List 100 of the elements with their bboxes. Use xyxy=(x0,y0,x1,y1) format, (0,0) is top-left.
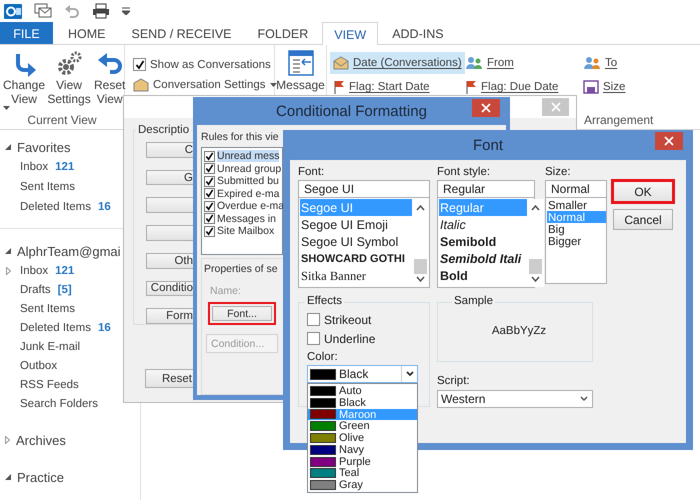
ribbon-button[interactable]: Message xyxy=(276,50,324,92)
ribbon-button[interactable]: View Settings xyxy=(47,50,91,106)
dialog-button[interactable]: C xyxy=(146,142,194,158)
color-option[interactable]: Auto xyxy=(308,385,417,397)
color-option[interactable]: Gray xyxy=(308,479,417,492)
rule-item[interactable]: Site Mailbox xyxy=(204,225,282,238)
list-item[interactable]: Italic xyxy=(439,216,528,233)
checkbox[interactable] xyxy=(307,332,320,345)
ribbon-tab[interactable]: ADD-INS xyxy=(380,22,456,44)
input-field[interactable]: Normal xyxy=(545,180,607,198)
color-option[interactable]: Teal xyxy=(308,468,417,480)
expand-arrow-icon[interactable] xyxy=(5,144,11,150)
list-item[interactable]: SHOWCARD GOTHI xyxy=(300,250,412,267)
dialog-button[interactable]: Conditio xyxy=(146,280,194,296)
script-dropdown[interactable]: Western xyxy=(437,390,593,408)
input-field[interactable]: Segoe UI xyxy=(298,180,430,198)
folder-item[interactable]: Drafts [5] xyxy=(0,280,74,299)
folder-item[interactable]: Inbox 121 xyxy=(0,261,76,280)
color-option[interactable]: Green xyxy=(308,420,417,432)
checkbox[interactable] xyxy=(204,226,215,237)
send-receive-icon[interactable] xyxy=(34,3,52,19)
people-icon xyxy=(583,56,601,70)
section-header[interactable]: AlphrTeam@gmai xyxy=(17,244,121,258)
dialog-button[interactable]: G xyxy=(146,170,194,186)
list-item[interactable]: Bold xyxy=(439,267,528,284)
checkbox[interactable] xyxy=(204,176,215,187)
checkbox[interactable] xyxy=(204,150,215,162)
list-item[interactable]: Bigger xyxy=(547,235,606,247)
folder-item[interactable]: Outbox xyxy=(0,356,60,375)
ribbon-tab[interactable]: FOLDER xyxy=(246,22,320,44)
ribbon-button[interactable]: Reset View xyxy=(93,50,126,106)
list-item[interactable]: Smaller xyxy=(547,199,606,211)
font-button[interactable]: Font... xyxy=(208,302,276,325)
field-label: Script: xyxy=(437,375,471,389)
close-icon xyxy=(481,103,491,113)
close-button[interactable] xyxy=(655,132,683,150)
folder-item[interactable]: RSS Feeds xyxy=(0,375,81,394)
dialog-button[interactable] xyxy=(146,197,194,214)
group-label: Sample xyxy=(452,295,495,307)
box-icon xyxy=(583,80,599,94)
cancel-button[interactable]: Cancel xyxy=(613,209,673,230)
dialog-button[interactable]: Oth xyxy=(146,252,194,269)
arrangement-option[interactable]: Size xyxy=(580,76,628,98)
arrangement-option[interactable]: From xyxy=(462,52,517,74)
ok-button[interactable]: OK xyxy=(611,179,675,204)
ribbon-button[interactable]: Change View xyxy=(3,50,45,110)
checkbox[interactable] xyxy=(204,200,215,212)
arrangement-option[interactable]: To xyxy=(580,52,620,74)
folder-item[interactable]: Sent Items xyxy=(0,177,77,197)
app-icon[interactable] xyxy=(4,2,22,20)
folder-item[interactable]: Deleted Items 16 xyxy=(0,318,113,337)
checkbox[interactable] xyxy=(204,163,215,174)
customize-caret-icon[interactable] xyxy=(122,7,130,15)
list-item[interactable]: Sitka Banner xyxy=(300,267,412,284)
scrollbar[interactable] xyxy=(527,199,544,287)
arrangement-option[interactable]: Date (Conversations) xyxy=(330,52,465,74)
field-label: Size: xyxy=(545,166,572,180)
reading-pane-icon xyxy=(286,50,314,76)
ribbon-button[interactable]: Conversation Settings xyxy=(133,78,277,92)
rule-item[interactable]: Expired e-ma xyxy=(204,188,282,200)
caret-icon xyxy=(270,83,277,87)
expand-arrow-icon[interactable] xyxy=(5,248,11,254)
dialog-button[interactable]: Form xyxy=(146,308,194,324)
input-field[interactable]: Regular xyxy=(437,180,535,198)
section-header[interactable]: Favorites xyxy=(17,140,70,154)
close-button[interactable] xyxy=(472,99,500,117)
checkbox[interactable] xyxy=(133,58,146,71)
folder-item[interactable]: Inbox 121 xyxy=(0,157,76,177)
rule-item[interactable]: Submitted bu xyxy=(204,175,282,188)
dialog-button[interactable] xyxy=(146,225,194,241)
section-header[interactable]: Archives xyxy=(16,432,66,448)
list-item[interactable]: Semibold Itali xyxy=(439,250,528,267)
ribbon-tab[interactable]: SEND / RECEIVE xyxy=(120,22,244,44)
reset-button[interactable]: Reset xyxy=(145,369,193,388)
folder-item[interactable]: Search Folders xyxy=(0,394,100,413)
section-header[interactable]: Practice xyxy=(17,470,64,484)
checkbox[interactable] xyxy=(204,213,215,224)
folder-item[interactable]: Deleted Items 16 xyxy=(0,197,113,217)
color-option[interactable]: Purple xyxy=(308,456,417,468)
arrangement-option[interactable]: Flag: Start Date xyxy=(330,76,433,98)
folder-item[interactable]: Junk E-mail xyxy=(0,337,82,356)
list-item[interactable]: Segoe UI Symbol xyxy=(300,233,412,250)
rule-item[interactable]: Unread group xyxy=(204,162,282,175)
list-item[interactable]: Semibold xyxy=(439,233,528,250)
expand-arrow-icon[interactable] xyxy=(5,474,11,480)
dialog-title: Conditional Formatting xyxy=(276,102,427,120)
color-option[interactable]: Navy xyxy=(308,444,417,456)
list-item[interactable]: Segoe UI Emoji xyxy=(300,216,412,233)
folder-item[interactable]: Sent Items xyxy=(0,299,77,318)
rule-item[interactable]: Messages in xyxy=(204,212,282,225)
printer-icon[interactable] xyxy=(92,3,110,19)
ribbon-tab[interactable]: VIEW xyxy=(322,22,378,46)
list-item[interactable]: Big xyxy=(547,223,606,235)
checkbox[interactable] xyxy=(204,188,215,200)
color-option[interactable]: Black xyxy=(308,396,417,409)
arrangement-option[interactable]: Flag: Due Date xyxy=(462,76,562,98)
color-option[interactable]: Olive xyxy=(308,432,417,444)
ribbon-tab[interactable]: HOME xyxy=(56,22,118,44)
checkbox[interactable] xyxy=(307,313,320,326)
ribbon-tab[interactable]: FILE xyxy=(0,22,53,44)
